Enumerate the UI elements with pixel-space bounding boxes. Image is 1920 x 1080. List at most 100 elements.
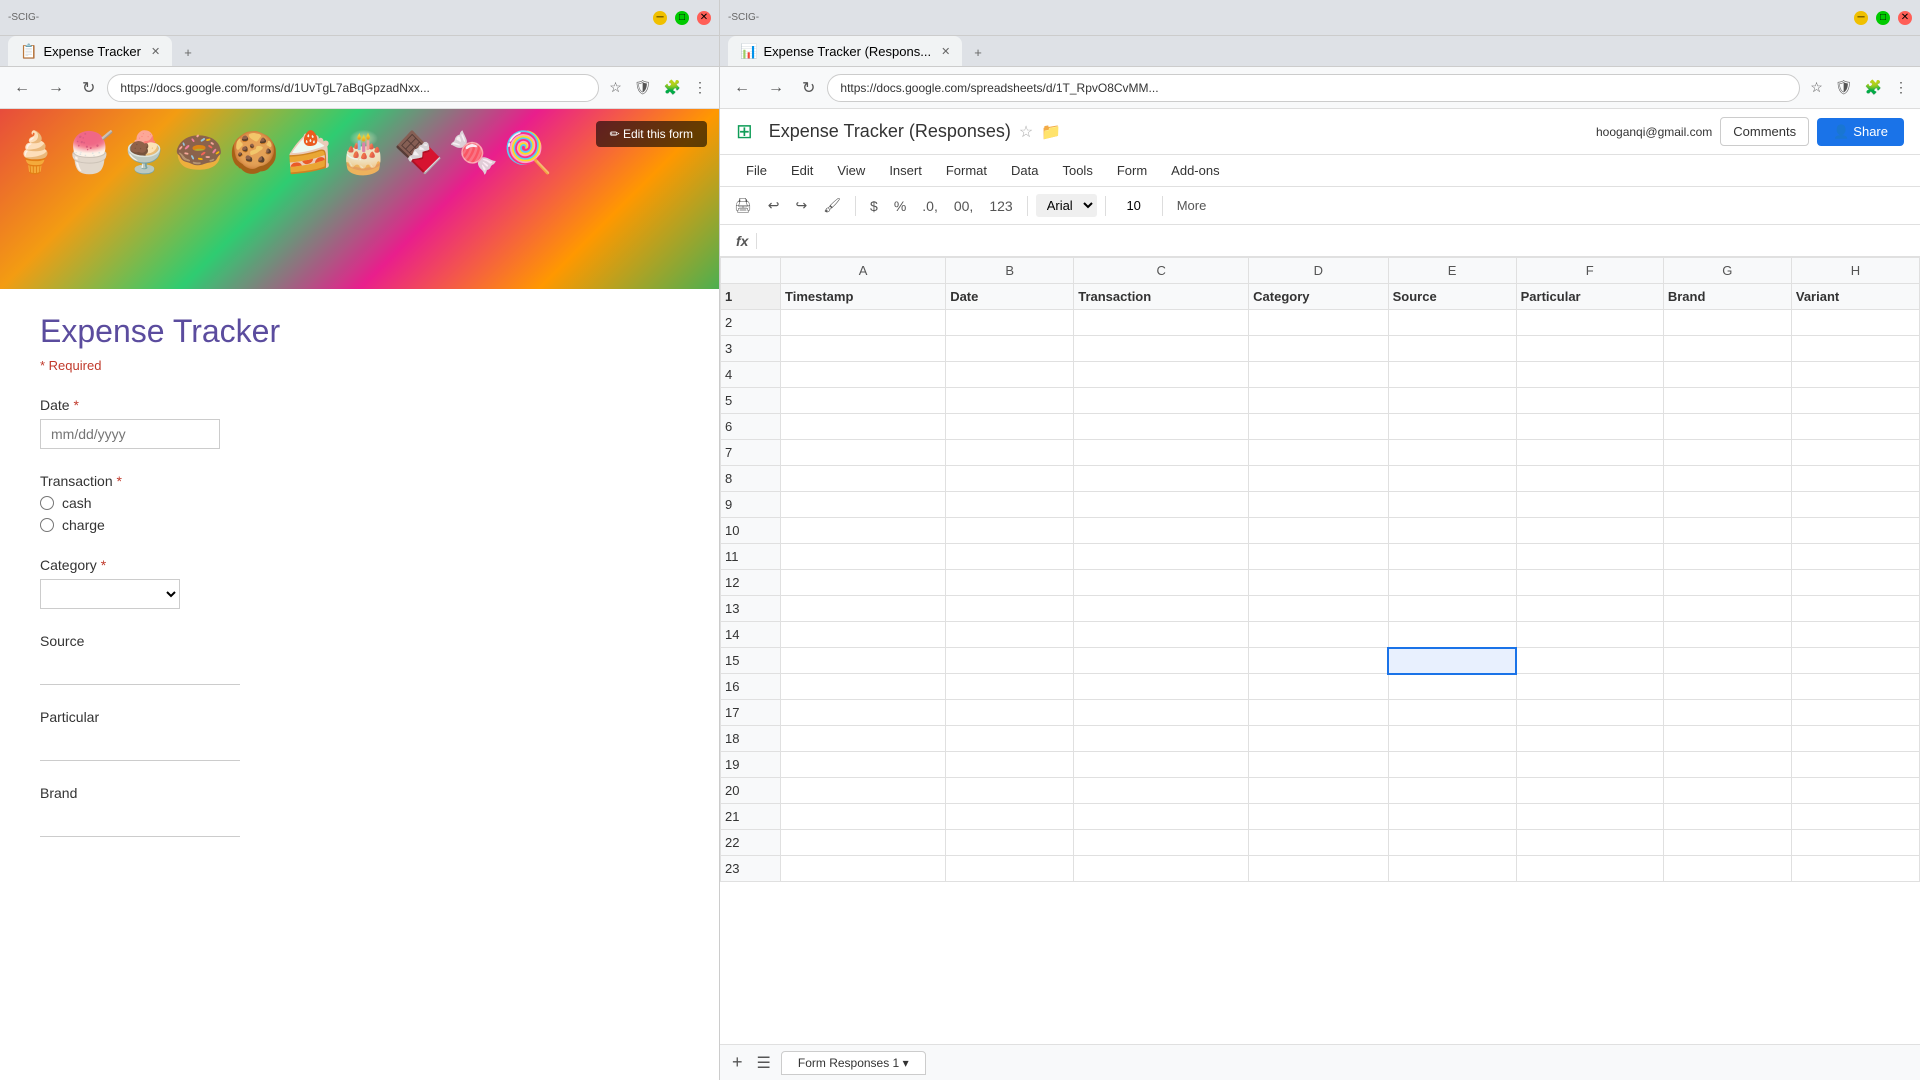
cell-g9[interactable] <box>1663 492 1791 518</box>
cell-b9[interactable] <box>946 492 1074 518</box>
decimal-increase-button[interactable]: 00, <box>948 195 979 217</box>
menu-view[interactable]: View <box>827 159 875 182</box>
cell-a12[interactable] <box>781 570 946 596</box>
cell-g23[interactable] <box>1663 856 1791 882</box>
cell-b15[interactable] <box>946 648 1074 674</box>
cell-b19[interactable] <box>946 752 1074 778</box>
cell-a23[interactable] <box>781 856 946 882</box>
cell-e7[interactable] <box>1388 440 1516 466</box>
cell-b20[interactable] <box>946 778 1074 804</box>
format-123-button[interactable]: 123 <box>983 195 1018 217</box>
right-active-tab[interactable]: 📊 Expense Tracker (Respons... ✕ <box>728 36 962 66</box>
menu-tools[interactable]: Tools <box>1052 159 1102 182</box>
cell-d2[interactable] <box>1249 310 1388 336</box>
cell-h15[interactable] <box>1791 648 1919 674</box>
cell-f11[interactable] <box>1516 544 1663 570</box>
cell-e18[interactable] <box>1388 726 1516 752</box>
grid-scroll-container[interactable]: A B C D E F G H <box>720 257 1920 1044</box>
cell-g11[interactable] <box>1663 544 1791 570</box>
col-header-e[interactable]: E <box>1388 258 1516 284</box>
cell-c2[interactable] <box>1074 310 1249 336</box>
cell-g19[interactable] <box>1663 752 1791 778</box>
cell-d20[interactable] <box>1249 778 1388 804</box>
cell-h17[interactable] <box>1791 700 1919 726</box>
cell-f6[interactable] <box>1516 414 1663 440</box>
cell-h19[interactable] <box>1791 752 1919 778</box>
cell-h3[interactable] <box>1791 336 1919 362</box>
cell-d17[interactable] <box>1249 700 1388 726</box>
cell-e21[interactable] <box>1388 804 1516 830</box>
menu-data[interactable]: Data <box>1001 159 1048 182</box>
col-header-g[interactable]: G <box>1663 258 1791 284</box>
cell-b3[interactable] <box>946 336 1074 362</box>
cell-a1[interactable]: Timestamp <box>781 284 946 310</box>
cell-a21[interactable] <box>781 804 946 830</box>
cell-g18[interactable] <box>1663 726 1791 752</box>
charge-radio[interactable] <box>40 518 54 532</box>
cell-a14[interactable] <box>781 622 946 648</box>
menu-edit[interactable]: Edit <box>781 159 823 182</box>
menu-addons[interactable]: Add-ons <box>1161 159 1229 182</box>
new-tab-button-right[interactable]: + <box>962 39 994 66</box>
cell-e10[interactable] <box>1388 518 1516 544</box>
cell-b5[interactable] <box>946 388 1074 414</box>
cell-c18[interactable] <box>1074 726 1249 752</box>
cell-f9[interactable] <box>1516 492 1663 518</box>
cell-f21[interactable] <box>1516 804 1663 830</box>
edit-form-button[interactable]: ✏ Edit this form <box>596 121 707 147</box>
cell-h21[interactable] <box>1791 804 1919 830</box>
cell-g6[interactable] <box>1663 414 1791 440</box>
sheet-menu-button[interactable]: ☰ <box>751 1053 777 1073</box>
cell-d7[interactable] <box>1249 440 1388 466</box>
cell-e14[interactable] <box>1388 622 1516 648</box>
star-icon[interactable]: ☆ <box>1019 122 1033 142</box>
cell-b16[interactable] <box>946 674 1074 700</box>
cell-c9[interactable] <box>1074 492 1249 518</box>
font-size-input[interactable] <box>1114 195 1154 216</box>
cell-g3[interactable] <box>1663 336 1791 362</box>
menu-icon-left[interactable]: ⋮ <box>689 75 711 100</box>
minimize-button-right[interactable]: ─ <box>1854 11 1868 25</box>
cell-d21[interactable] <box>1249 804 1388 830</box>
cell-c17[interactable] <box>1074 700 1249 726</box>
maximize-button-left[interactable]: □ <box>675 11 689 25</box>
cell-b6[interactable] <box>946 414 1074 440</box>
cell-c1[interactable]: Transaction <box>1074 284 1249 310</box>
cell-d23[interactable] <box>1249 856 1388 882</box>
cell-h10[interactable] <box>1791 518 1919 544</box>
folder-icon[interactable]: 📁 <box>1041 122 1061 142</box>
date-input[interactable] <box>40 419 220 449</box>
cell-c4[interactable] <box>1074 362 1249 388</box>
cell-b10[interactable] <box>946 518 1074 544</box>
cell-c12[interactable] <box>1074 570 1249 596</box>
cell-e16[interactable] <box>1388 674 1516 700</box>
cell-c7[interactable] <box>1074 440 1249 466</box>
particular-input[interactable] <box>40 731 240 761</box>
cell-c20[interactable] <box>1074 778 1249 804</box>
decimal-decrease-button[interactable]: .0, <box>916 195 944 217</box>
cell-d12[interactable] <box>1249 570 1388 596</box>
cell-g22[interactable] <box>1663 830 1791 856</box>
cell-a15[interactable] <box>781 648 946 674</box>
cell-d18[interactable] <box>1249 726 1388 752</box>
cell-a5[interactable] <box>781 388 946 414</box>
cell-b22[interactable] <box>946 830 1074 856</box>
bookmark-icon-left[interactable]: ☆ <box>605 75 626 100</box>
cell-h20[interactable] <box>1791 778 1919 804</box>
cell-b13[interactable] <box>946 596 1074 622</box>
cell-g20[interactable] <box>1663 778 1791 804</box>
cell-b12[interactable] <box>946 570 1074 596</box>
cell-b7[interactable] <box>946 440 1074 466</box>
charge-option[interactable]: charge <box>40 517 679 533</box>
close-tab-button-left[interactable]: ✕ <box>151 45 160 58</box>
cell-g16[interactable] <box>1663 674 1791 700</box>
cell-d22[interactable] <box>1249 830 1388 856</box>
cell-g4[interactable] <box>1663 362 1791 388</box>
cell-h14[interactable] <box>1791 622 1919 648</box>
address-bar-right[interactable] <box>827 74 1800 102</box>
cell-e1[interactable]: Source <box>1388 284 1516 310</box>
col-header-h[interactable]: H <box>1791 258 1919 284</box>
cell-g1[interactable]: Brand <box>1663 284 1791 310</box>
refresh-button-left[interactable]: ↻ <box>76 74 101 102</box>
cell-c8[interactable] <box>1074 466 1249 492</box>
